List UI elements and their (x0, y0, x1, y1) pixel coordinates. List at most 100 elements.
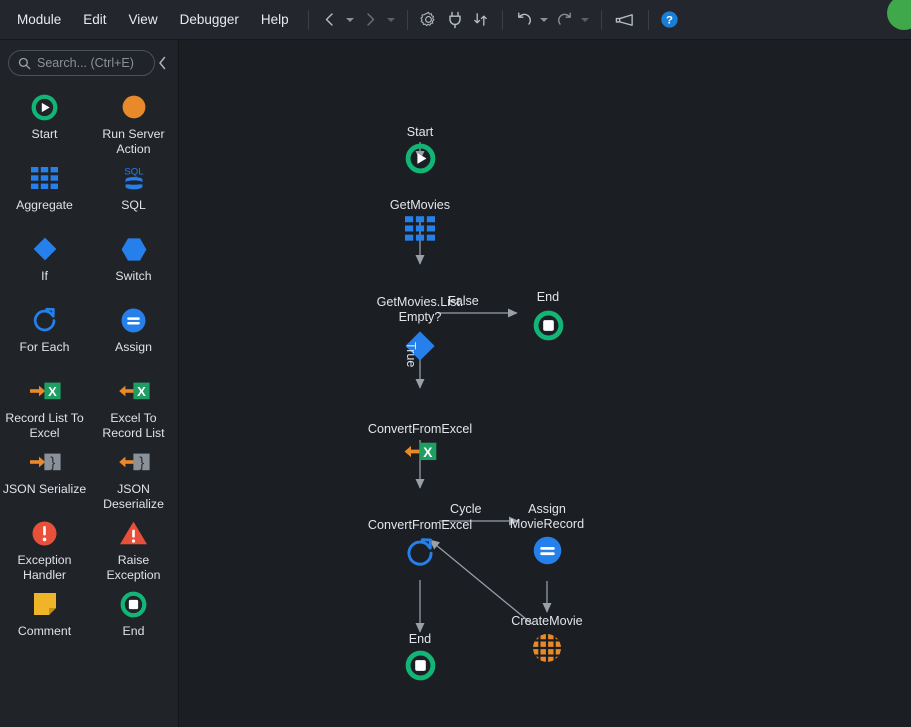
tool-start-label: Start (31, 127, 58, 141)
svg-text:}: } (50, 455, 55, 472)
excel-to-record-list-icon: X (403, 440, 437, 463)
node-convertfromexcel[interactable]: ConvertFromExcel X (340, 422, 500, 463)
node-assign-movierecord[interactable]: Assign MovieRecord (487, 502, 607, 566)
header-divider-3 (501, 9, 503, 30)
node-start[interactable]: Start (388, 125, 452, 174)
menu-edit[interactable]: Edit (72, 0, 117, 40)
tool-json-serialize-label: JSON Serialize (2, 482, 87, 496)
for-each-icon (404, 536, 437, 569)
settings-gear-button[interactable] (416, 5, 442, 35)
nav-forward-button[interactable] (358, 5, 384, 35)
tool-run-server-action[interactable]: Run Server Action (89, 88, 178, 159)
plug-connect-button[interactable] (442, 5, 468, 35)
user-avatar[interactable] (887, 0, 911, 30)
svg-text:SQL: SQL (124, 167, 144, 178)
flow-canvas[interactable]: Start GetMovies GetMovies.List. Empty? E… (180, 40, 911, 727)
tool-json-serialize[interactable]: } JSON Serialize (0, 443, 89, 514)
raise-exception-icon (119, 518, 148, 548)
exception-handler-icon (31, 518, 58, 548)
step-inout-button[interactable] (468, 5, 494, 35)
sql-icon: SQL (119, 163, 149, 193)
question-circle-icon: ? (661, 11, 678, 28)
menu-module[interactable]: Module (6, 0, 72, 40)
tool-raise-exception-label: Raise Exception (106, 553, 161, 582)
search-input[interactable] (37, 56, 145, 70)
start-icon (31, 92, 58, 122)
svg-text:?: ? (666, 15, 673, 27)
node-createmovie[interactable]: CreateMovie (487, 614, 607, 664)
nav-back-button[interactable] (317, 5, 343, 35)
tool-assign[interactable]: Assign (89, 301, 178, 372)
nav-back-dropdown[interactable] (343, 5, 358, 35)
search-icon (18, 57, 31, 69)
tool-comment-label: Comment (17, 624, 72, 638)
node-end-false-branch[interactable]: End (516, 290, 580, 341)
tool-json-deserialize-label: JSON Deserialize (103, 482, 164, 511)
tool-aggregate-label: Aggregate (16, 198, 73, 212)
tool-sql[interactable]: SQL SQL (89, 159, 178, 230)
plug-icon (448, 11, 461, 28)
chevron-down-icon (387, 17, 396, 22)
nav-forward-dropdown[interactable] (384, 5, 399, 35)
tool-for-each[interactable]: For Each (0, 301, 89, 372)
svg-text:X: X (48, 384, 57, 399)
chevron-down-icon (581, 17, 590, 22)
node-end-loop[interactable]: End (388, 632, 452, 681)
header-divider-1 (307, 9, 309, 30)
tool-record-list-to-excel[interactable]: X Record List To Excel (0, 372, 89, 443)
assign-icon (532, 535, 563, 566)
tool-raise-exception[interactable]: Raise Exception (89, 514, 178, 585)
tool-end-label: End (122, 624, 145, 638)
tool-json-deserialize[interactable]: } JSON Deserialize (89, 443, 178, 514)
tool-if[interactable]: If (0, 230, 89, 301)
node-end-loop-label: End (408, 632, 432, 646)
edge-label-cycle: Cycle (450, 502, 482, 516)
tool-assign-label: Assign (115, 340, 152, 354)
tool-excel-to-record-list[interactable]: X Excel To Record List (89, 372, 178, 443)
undo-button[interactable] (511, 5, 537, 35)
undo-dropdown[interactable] (537, 5, 552, 35)
tool-start[interactable]: Start (0, 88, 89, 159)
chevron-left-icon (159, 56, 166, 70)
header-divider-2 (406, 9, 408, 30)
redo-button[interactable] (552, 5, 578, 35)
start-icon (405, 143, 436, 174)
menu-help[interactable]: Help (250, 0, 300, 40)
node-createmovie-label: CreateMovie (511, 614, 583, 628)
json-deserialize-icon: } (118, 447, 150, 477)
feedback-button[interactable] (610, 5, 640, 35)
node-foreach-convertfromexcel[interactable]: ConvertFromExcel (340, 518, 500, 569)
node-assign-label: Assign MovieRecord (509, 502, 585, 531)
aggregate-icon (405, 216, 435, 242)
chevron-down-icon (540, 17, 549, 22)
aggregate-icon (31, 163, 58, 193)
header-divider-4 (600, 9, 602, 30)
redo-dropdown[interactable] (578, 5, 593, 35)
help-button[interactable]: ? (657, 5, 683, 35)
tool-aggregate[interactable]: Aggregate (0, 159, 89, 230)
switch-icon (120, 234, 148, 264)
record-list-to-excel-icon: X (29, 376, 61, 406)
node-getmovies[interactable]: GetMovies (360, 198, 480, 242)
tool-end[interactable]: End (89, 585, 178, 656)
menu-view[interactable]: View (118, 0, 169, 40)
megaphone-icon (615, 13, 633, 26)
menu-debugger[interactable]: Debugger (169, 0, 250, 40)
header-divider-5 (647, 9, 649, 30)
tool-run-server-action-label: Run Server Action (102, 127, 165, 156)
tool-record-list-to-excel-label: Record List To Excel (5, 411, 84, 440)
if-icon (31, 234, 59, 264)
tool-exception-handler[interactable]: Exception Handler (0, 514, 89, 585)
tool-exception-handler-label: Exception Handler (17, 553, 72, 582)
svg-text:X: X (137, 384, 146, 399)
tool-grid: Start Run Server Action Aggregate SQL SQ… (0, 76, 178, 656)
search-box[interactable] (8, 50, 155, 76)
sidebar-collapse-button[interactable] (155, 50, 170, 76)
edge-label-false: False (448, 294, 479, 308)
arrows-updown-icon (474, 13, 487, 26)
edge-label-true: True (404, 342, 418, 368)
tool-comment[interactable]: Comment (0, 585, 89, 656)
tool-switch[interactable]: Switch (89, 230, 178, 301)
create-movie-icon (531, 632, 563, 664)
run-server-action-icon (121, 92, 147, 122)
